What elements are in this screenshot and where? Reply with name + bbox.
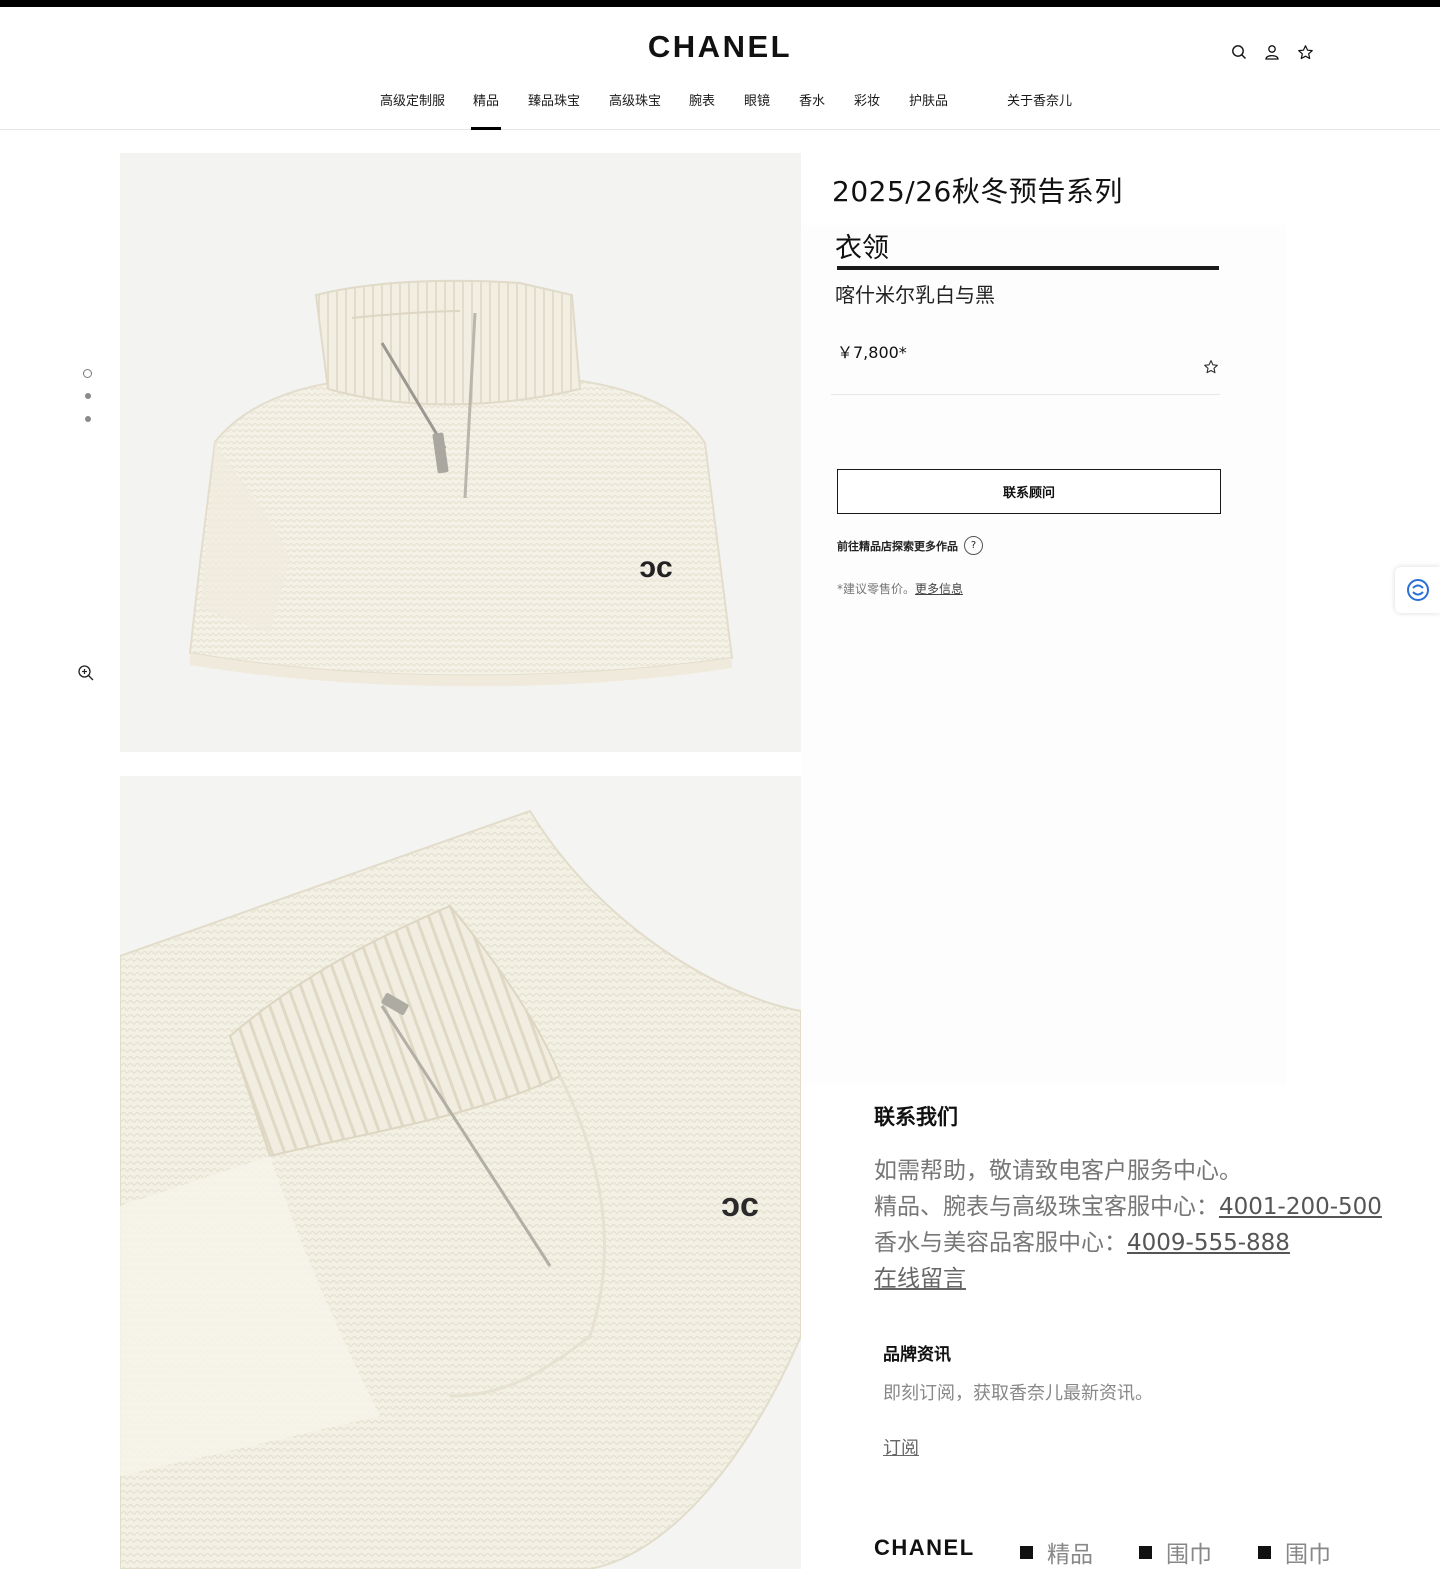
site-header: CHANEL 高级定制服 精品 臻品珠宝 高级珠宝 腕表 眼镜 香水 彩妆 护肤…	[0, 7, 1440, 130]
breadcrumb-square-icon	[1258, 1545, 1271, 1559]
breadcrumb-item[interactable]: 围巾	[1139, 1535, 1212, 1569]
online-message-link[interactable]: 在线留言	[874, 1266, 966, 1292]
explore-boutique-link[interactable]: 前往精品店探索更多作品 ?	[837, 536, 983, 555]
explore-boutique-label: 前往精品店探索更多作品	[837, 539, 958, 553]
breadcrumb-square-icon	[1139, 1545, 1152, 1559]
breadcrumb-label: 围巾	[1166, 1542, 1212, 1568]
nav-fragrance[interactable]: 香水	[799, 90, 825, 109]
help-text: 如需帮助，敬请致电客户服务中心。	[874, 1158, 1242, 1184]
nav-haute-couture[interactable]: 高级定制服	[380, 90, 445, 109]
contact-us-title: 联系我们	[874, 1105, 958, 1129]
product-color: 喀什米尔乳白与黑	[835, 283, 995, 307]
cc-logo-mark: ↄc	[639, 551, 672, 584]
breadcrumb-chanel-logo[interactable]: CHANEL	[874, 1535, 975, 1561]
gallery-dot[interactable]	[85, 416, 91, 422]
chanel-logo[interactable]: CHANEL	[0, 29, 1440, 65]
more-info-link[interactable]: 更多信息	[915, 582, 963, 596]
collection-title: 2025/26秋冬预告系列	[832, 175, 1123, 208]
price-note-text: *建议零售价。	[837, 582, 916, 596]
beauty-hotline-label: 香水与美容品客服中心：	[874, 1230, 1127, 1256]
subscribe-link[interactable]: 订阅	[883, 1434, 919, 1460]
account-icon[interactable]	[1262, 42, 1282, 62]
nav-makeup[interactable]: 彩妆	[854, 90, 880, 109]
gallery-dot-active[interactable]	[83, 369, 92, 378]
breadcrumb-label: 精品	[1047, 1542, 1093, 1568]
breadcrumb-label: 围巾	[1285, 1542, 1331, 1568]
add-to-wishlist-star-icon[interactable]	[1203, 359, 1219, 375]
nav-fashion[interactable]: 精品	[470, 90, 502, 130]
breadcrumb-item[interactable]: 围巾	[1258, 1535, 1331, 1569]
gallery-dot[interactable]	[85, 393, 91, 399]
beauty-hotline: 香水与美容品客服中心：4009-555-888	[874, 1223, 1290, 1257]
newsletter-title: 品牌资讯	[883, 1345, 951, 1365]
svg-text:ↄc: ↄc	[639, 551, 672, 584]
fashion-phone-link[interactable]: 4001-200-500	[1219, 1194, 1382, 1220]
fashion-hotline: 精品、腕表与高级珠宝客服中心：4001-200-500	[874, 1187, 1382, 1221]
breadcrumb-item[interactable]: 精品	[1020, 1535, 1093, 1569]
online-message-row: 在线留言	[874, 1259, 966, 1293]
product-image-detail[interactable]: ↄc	[120, 776, 801, 1569]
product-name-underline	[837, 266, 1219, 270]
product-name: 衣领	[835, 233, 889, 264]
product-price: ￥7,800*	[837, 343, 907, 362]
svg-text:ↄc: ↄc	[721, 1186, 759, 1224]
nav-fine-jewelry[interactable]: 臻品珠宝	[528, 90, 580, 109]
nav-about-chanel[interactable]: 关于香奈儿	[1007, 90, 1072, 109]
header-icons	[1229, 42, 1315, 62]
search-icon[interactable]	[1229, 42, 1249, 62]
main-nav: 高级定制服 精品 臻品珠宝 高级珠宝 腕表 眼镜 香水 彩妆 护肤品 关于香奈儿	[0, 90, 1440, 130]
contact-advisor-button[interactable]: 联系顾问	[837, 469, 1221, 514]
beauty-phone-link[interactable]: 4009-555-888	[1127, 1230, 1290, 1256]
chat-widget-icon[interactable]	[1395, 567, 1440, 613]
nav-eyewear[interactable]: 眼镜	[744, 90, 770, 109]
top-black-bar	[0, 0, 1440, 7]
help-question-icon[interactable]: ?	[964, 536, 983, 555]
newsletter-text: 即刻订阅，获取香奈儿最新资讯。	[883, 1383, 1153, 1404]
nav-watches[interactable]: 腕表	[689, 90, 715, 109]
wishlist-star-icon[interactable]	[1295, 42, 1315, 62]
price-note: *建议零售价。更多信息	[837, 580, 963, 597]
breadcrumb-square-icon	[1020, 1545, 1033, 1559]
divider	[831, 394, 1220, 395]
zoom-in-icon[interactable]	[77, 664, 95, 682]
nav-skincare[interactable]: 护肤品	[909, 90, 948, 109]
nav-high-jewelry[interactable]: 高级珠宝	[609, 90, 661, 109]
fashion-hotline-label: 精品、腕表与高级珠宝客服中心：	[874, 1194, 1219, 1220]
product-image-front[interactable]: ↄc	[120, 153, 801, 752]
